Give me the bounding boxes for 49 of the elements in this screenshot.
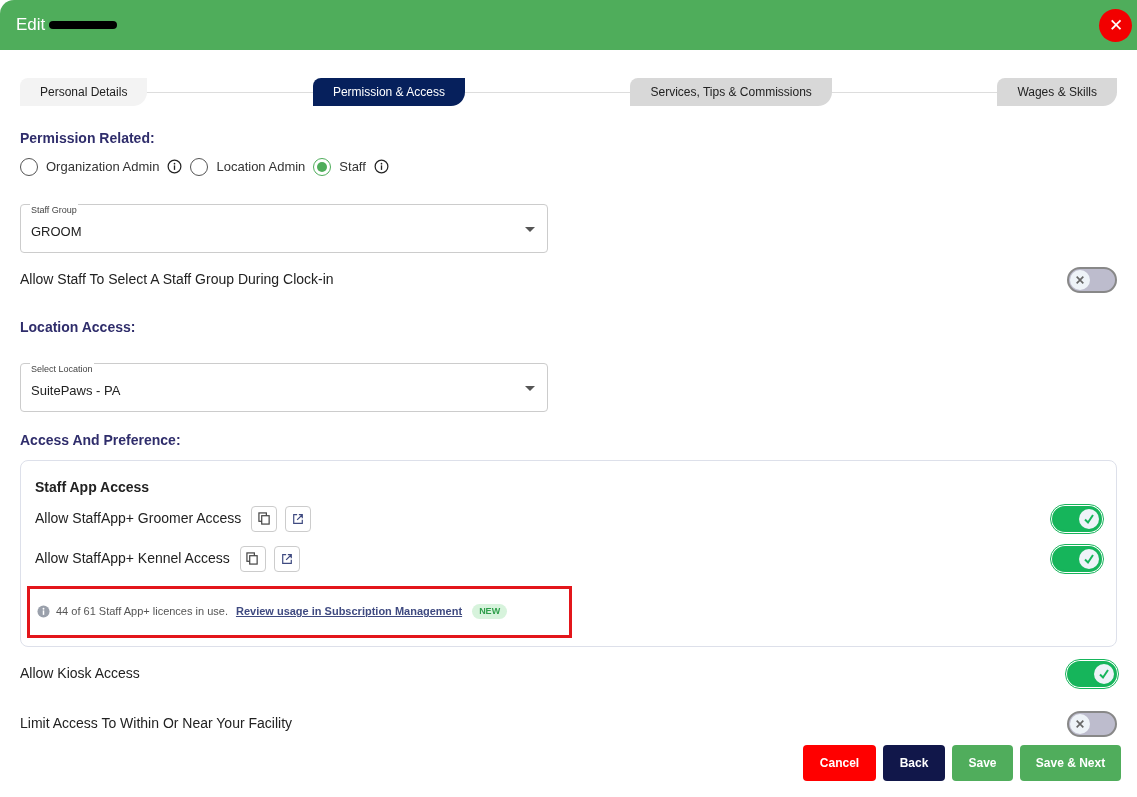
copy-button[interactable] (239, 545, 266, 572)
section-heading: Access And Preference: (20, 430, 182, 450)
step-tab[interactable]: Personal Details (20, 78, 148, 106)
toggle-switch[interactable] (1052, 505, 1102, 532)
check-icon (1083, 552, 1095, 565)
check-icon (1098, 667, 1110, 680)
action-button[interactable]: Back (883, 745, 945, 781)
info-icon (37, 605, 50, 618)
toggle-switch[interactable] (1067, 660, 1117, 687)
setting-label: Allow Staff To Select A Staff Group During Clock-in (20, 270, 334, 289)
external-link-icon (292, 512, 305, 525)
cross-icon (1075, 718, 1085, 729)
window-title: Edit (16, 14, 46, 37)
radio-label[interactable]: Location Admin (216, 157, 306, 177)
subscription-link[interactable]: Review usage in Subscription Management (235, 603, 463, 620)
select-field[interactable]: Staff Group GROOM (20, 203, 548, 253)
external-link-icon (280, 552, 293, 565)
setting-label: Allow StaffApp+ Kennel Access (35, 549, 230, 568)
field-label: Staff Group (30, 203, 78, 217)
cross-icon (1075, 274, 1085, 285)
setting-label: Allow StaffApp+ Groomer Access (35, 509, 242, 528)
open-link-button[interactable] (285, 505, 312, 532)
toggle-switch[interactable] (1067, 266, 1117, 293)
step-tab[interactable]: Wages & Skills (997, 78, 1117, 106)
action-button[interactable]: Cancel (803, 745, 876, 781)
setting-label: Allow Kiosk Access (20, 664, 140, 683)
copy-button[interactable] (251, 505, 278, 532)
setting-label: Limit Access To Within Or Near Your Facility (20, 714, 293, 733)
section-heading: Permission Related: (20, 129, 156, 148)
toggle-switch[interactable] (1067, 710, 1117, 737)
close-button[interactable]: ✕ (1099, 9, 1132, 42)
copy-icon (257, 512, 271, 525)
radio-label[interactable]: Staff (339, 157, 366, 177)
copy-icon (246, 552, 260, 565)
radio-label[interactable]: Organization Admin (46, 157, 160, 177)
dropdown-caret-icon (525, 226, 535, 232)
section-heading: Location Access: (20, 317, 137, 337)
card-title: Staff App Access (35, 477, 151, 497)
toggle-switch[interactable] (1052, 545, 1102, 572)
step-tab[interactable]: Permission & Access (312, 78, 465, 106)
check-icon (1083, 512, 1095, 525)
field-value: SuitePaws - PA (31, 382, 121, 401)
new-badge: NEW (472, 603, 508, 620)
licence-usage-text: 44 of 61 Staff App+ licences in use. (56, 604, 228, 620)
field-value: GROOM (31, 223, 82, 242)
open-link-button[interactable] (273, 545, 300, 572)
dropdown-caret-icon (525, 385, 535, 391)
select-field[interactable]: Select Location SuitePaws - PA (20, 362, 548, 412)
step-tab[interactable]: Services, Tips & Commissions (630, 78, 832, 106)
